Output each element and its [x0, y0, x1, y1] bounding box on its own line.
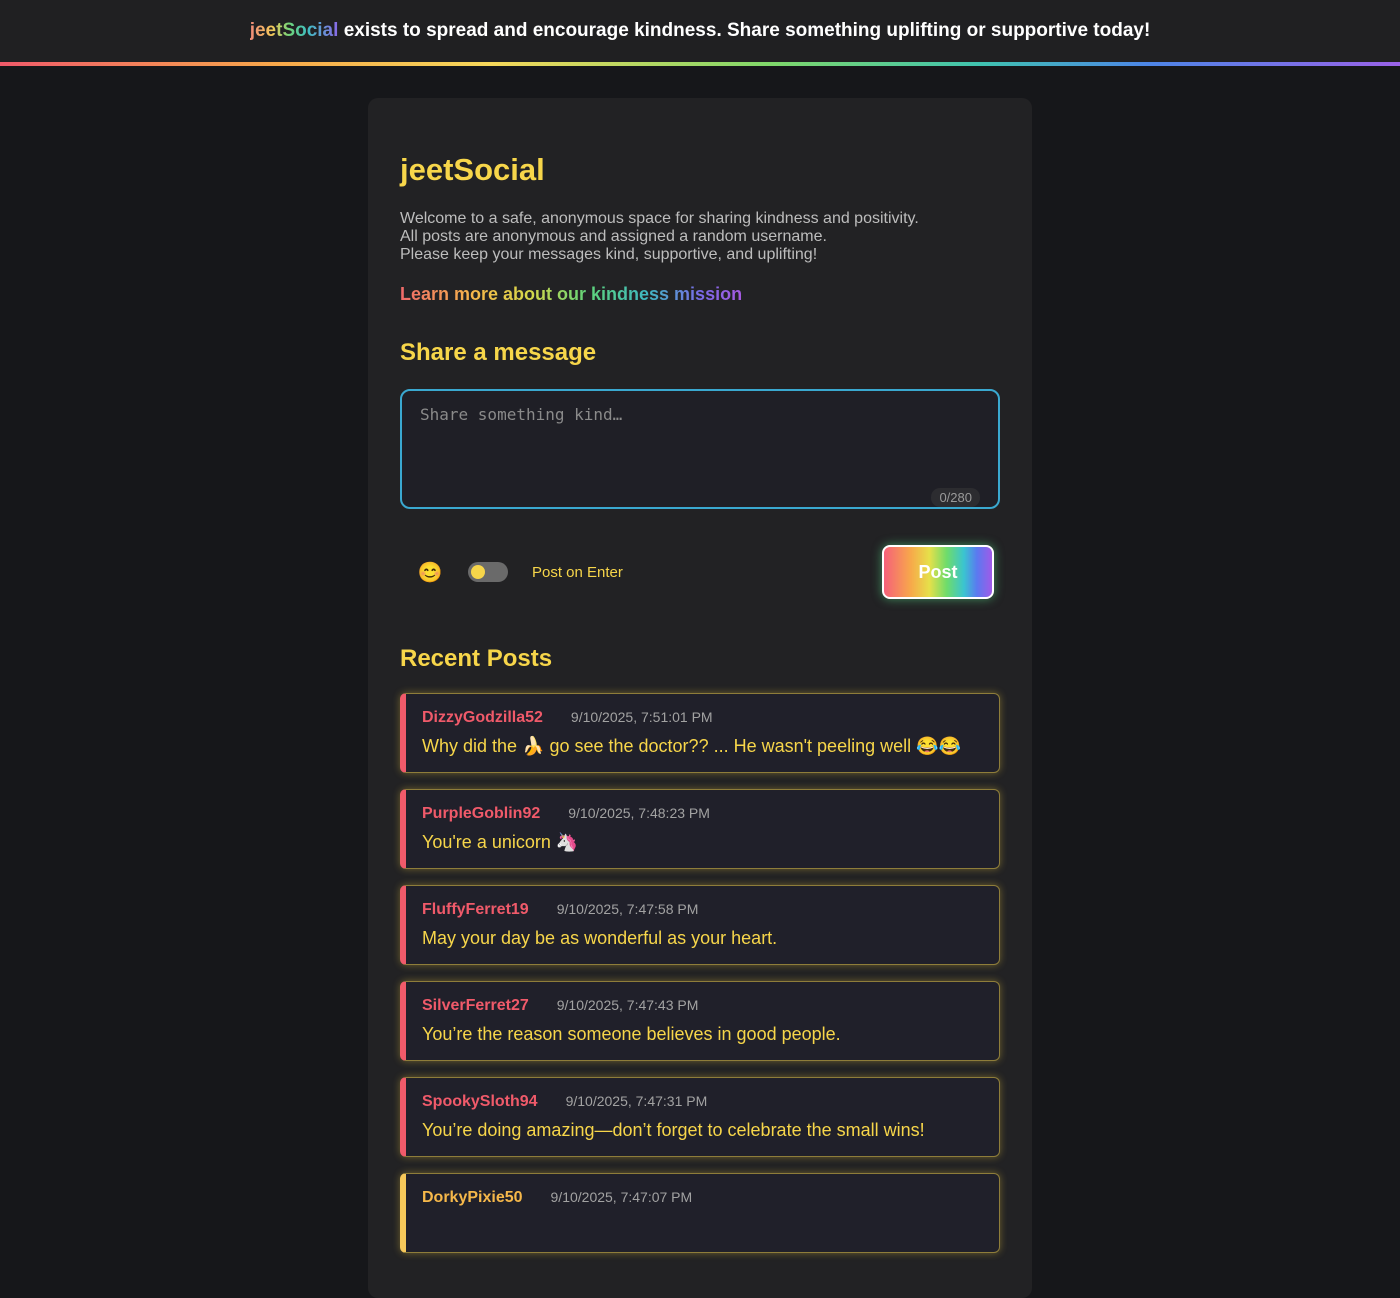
intro-text: Welcome to a safe, anonymous space for s…	[400, 210, 1000, 264]
post-username: DorkyPixie50	[422, 1189, 523, 1206]
post-header: DorkyPixie50 9/10/2025, 7:47:07 PM	[422, 1189, 999, 1207]
post-message: You're a unicorn 🦄	[422, 832, 579, 852]
post-header: SilverFerret27 9/10/2025, 7:47:43 PM	[422, 997, 999, 1015]
post-card: FluffyFerret19 9/10/2025, 7:47:58 PM May…	[400, 885, 1000, 965]
post-card: SilverFerret27 9/10/2025, 7:47:43 PM You…	[400, 981, 1000, 1061]
banner-text: exists to spread and encourage kindness.…	[343, 20, 1151, 41]
post-username: SpookySloth94	[422, 1093, 538, 1110]
post-card: DorkyPixie50 9/10/2025, 7:47:07 PM	[400, 1173, 1000, 1253]
banner-message: jeetSocial exists to spread and encourag…	[250, 20, 1151, 42]
post-on-enter-label: Post on Enter	[532, 563, 623, 581]
post-message: You’re doing amazing—don’t forget to cel…	[422, 1120, 925, 1140]
post-username: PurpleGoblin92	[422, 805, 541, 822]
post-header: FluffyFerret19 9/10/2025, 7:47:58 PM	[422, 901, 999, 919]
post-timestamp: 9/10/2025, 7:47:07 PM	[550, 1189, 693, 1205]
intro-line: All posts are anonymous and assigned a r…	[400, 228, 827, 245]
message-input[interactable]	[402, 391, 998, 507]
post-header: PurpleGoblin92 9/10/2025, 7:48:23 PM	[422, 805, 999, 823]
composer-controls: 😊 Post on Enter Post	[400, 545, 1000, 599]
post-username: FluffyFerret19	[422, 901, 529, 918]
banner-brand: jeetSocial	[249, 20, 339, 41]
character-counter: 0/280	[931, 488, 980, 507]
main-card: jeetSocial Welcome to a safe, anonymous …	[368, 98, 1032, 1298]
post-message: You’re the reason someone believes in go…	[422, 1024, 841, 1044]
mission-link[interactable]: Learn more about our kindness mission	[400, 284, 742, 305]
page-title: jeetSocial	[400, 152, 545, 187]
post-timestamp: 9/10/2025, 7:51:01 PM	[570, 709, 713, 725]
post-header: SpookySloth94 9/10/2025, 7:47:31 PM	[422, 1093, 999, 1111]
post-timestamp: 9/10/2025, 7:48:23 PM	[568, 805, 710, 821]
post-username: DizzyGodzilla52	[422, 709, 543, 726]
recent-posts-title: Recent Posts	[400, 645, 553, 672]
post-list: DizzyGodzilla52 9/10/2025, 7:51:01 PM Wh…	[400, 693, 1000, 1253]
post-card: PurpleGoblin92 9/10/2025, 7:48:23 PM You…	[400, 789, 1000, 869]
post-card: SpookySloth94 9/10/2025, 7:47:31 PM You’…	[400, 1077, 1000, 1157]
share-section-title: Share a message	[400, 339, 597, 366]
post-timestamp: 9/10/2025, 7:47:31 PM	[565, 1093, 708, 1109]
post-on-enter-toggle[interactable]	[468, 562, 508, 582]
post-card: DizzyGodzilla52 9/10/2025, 7:51:01 PM Wh…	[400, 693, 1000, 773]
post-message: May your day be as wonderful as your hea…	[422, 928, 778, 948]
toggle-knob	[471, 565, 485, 579]
rainbow-divider	[0, 62, 1400, 66]
post-username: SilverFerret27	[422, 997, 529, 1014]
post-button[interactable]: Post	[882, 545, 994, 599]
intro-line: Welcome to a safe, anonymous space for s…	[400, 210, 919, 227]
post-timestamp: 9/10/2025, 7:47:58 PM	[556, 901, 699, 917]
post-timestamp: 9/10/2025, 7:47:43 PM	[556, 997, 699, 1013]
message-composer: 0/280	[400, 389, 1000, 509]
post-message: Why did the 🍌 go see the doctor?? ... He…	[422, 736, 961, 756]
intro-line: Please keep your messages kind, supporti…	[400, 246, 818, 263]
post-header: DizzyGodzilla52 9/10/2025, 7:51:01 PM	[422, 709, 999, 727]
emoji-picker-button[interactable]: 😊	[417, 560, 443, 585]
top-banner: jeetSocial exists to spread and encourag…	[0, 0, 1400, 62]
